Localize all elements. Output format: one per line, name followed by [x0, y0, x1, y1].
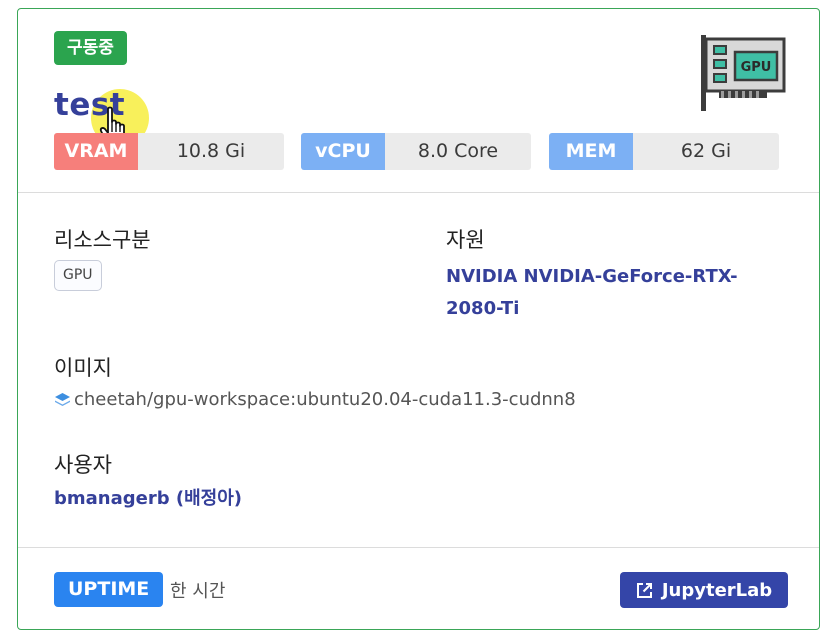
metric-vram-label: VRAM [54, 133, 138, 170]
jupyterlab-button[interactable]: JupyterLab [620, 572, 788, 608]
resource-value: NVIDIA NVIDIA-GeForce-RTX-2080-Ti [446, 266, 738, 319]
status-badge: 구동중 [54, 31, 127, 65]
metric-vcpu-label: vCPU [301, 133, 385, 170]
workspace-card: 구동중 GPU test VRAM 10.8 Gi vCPU 8.0 Core … [17, 8, 820, 630]
metric-vcpu-value: 8.0 Core [385, 133, 531, 170]
layers-icon [55, 393, 70, 406]
image-label: 이미지 [54, 356, 112, 380]
image-value: cheetah/gpu-workspace:ubuntu20.04-cuda11… [74, 389, 576, 410]
metric-mem-value: 62 Gi [633, 133, 779, 170]
image-row: cheetah/gpu-workspace:ubuntu20.04-cuda11… [54, 389, 576, 410]
footer-divider [18, 547, 819, 548]
gpu-card-icon: GPU [701, 35, 786, 111]
uptime-value: 한 시간 [170, 581, 226, 602]
external-link-icon [636, 582, 652, 598]
uptime-badge: UPTIME [54, 572, 164, 607]
metric-vram-value: 10.8 Gi [138, 133, 284, 170]
header-divider [18, 192, 819, 193]
metric-mem: MEM 62 Gi [549, 133, 779, 170]
metric-mem-label: MEM [549, 133, 633, 170]
user-label: 사용자 [54, 453, 112, 477]
metric-vcpu: vCPU 8.0 Core [301, 133, 531, 170]
resource-type-chip: GPU [54, 260, 102, 291]
user-value: bmanagerb (배정아) [54, 488, 243, 509]
svg-text:GPU: GPU [741, 60, 772, 75]
resource-label: 자원 [446, 228, 485, 252]
jupyterlab-button-label: JupyterLab [661, 579, 773, 601]
metric-vram: VRAM 10.8 Gi [54, 133, 284, 170]
resource-type-label: 리소스구분 [54, 228, 151, 252]
